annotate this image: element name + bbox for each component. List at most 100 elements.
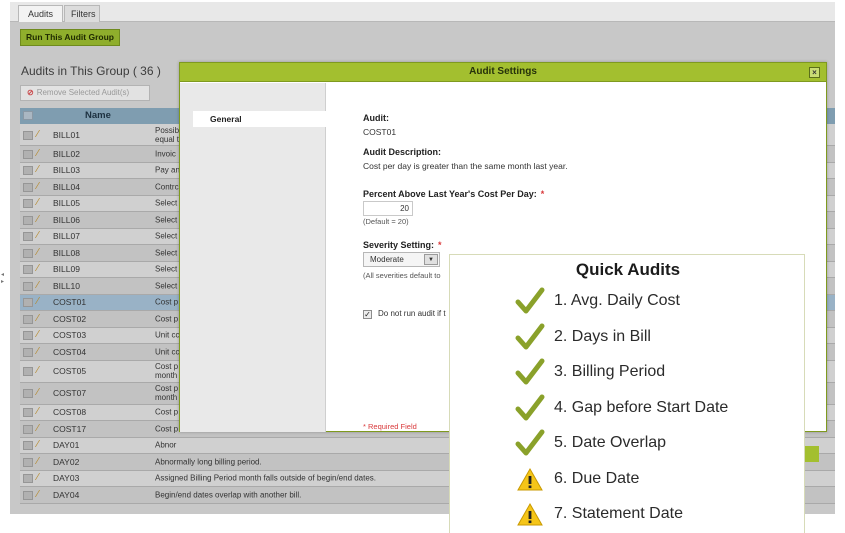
severity-note: (All severities default to (363, 271, 441, 280)
edit-pencil-icon[interactable]: ⁄ (37, 423, 47, 434)
edit-pencil-icon[interactable]: ⁄ (37, 330, 47, 340)
close-icon[interactable]: × (809, 67, 820, 78)
quick-audit-label: 2. Days in Bill (554, 327, 651, 345)
row-checkbox[interactable] (23, 408, 33, 418)
edit-pencil-icon[interactable]: ⁄ (37, 407, 47, 417)
row-checkbox[interactable] (23, 314, 33, 324)
audit-code: BILL07 (53, 231, 80, 242)
quick-audit-item: 1. Avg. Daily Cost (515, 287, 795, 315)
check-icon (515, 287, 545, 315)
row-checkbox[interactable] (23, 424, 33, 434)
row-checkbox[interactable] (23, 166, 33, 176)
edit-pencil-icon[interactable]: ⁄ (37, 165, 47, 175)
percent-input[interactable]: 20 (363, 201, 413, 216)
percent-default-note: (Default = 20) (363, 217, 409, 226)
edit-pencil-icon[interactable]: ⁄ (37, 366, 47, 376)
quick-audits-title: Quick Audits (575, 260, 681, 279)
row-checkbox[interactable] (23, 389, 33, 398)
audit-code: BILL06 (53, 214, 80, 225)
row-checkbox[interactable] (23, 199, 33, 209)
edit-pencil-icon[interactable]: ⁄ (37, 264, 47, 274)
edit-pencil-icon[interactable]: ⁄ (37, 231, 47, 241)
audit-code: COST04 (53, 346, 87, 357)
severity-select-value: Moderate (370, 255, 404, 264)
edit-pencil-icon[interactable]: ⁄ (37, 346, 47, 357)
percent-label: Percent Above Last Year's Cost Per Day: * (363, 189, 544, 199)
edit-pencil-icon[interactable]: ⁄ (37, 214, 47, 225)
edit-pencil-icon[interactable]: ⁄ (37, 456, 47, 467)
do-not-run-checkbox[interactable]: ✓ (363, 310, 372, 319)
edit-pencil-icon[interactable]: ⁄ (37, 297, 47, 307)
row-checkbox[interactable] (23, 130, 33, 140)
quick-audit-label: 3. Billing Period (554, 363, 666, 380)
row-checkbox[interactable] (23, 441, 33, 451)
collapse-arrows-icon[interactable]: ◂ ▸ (1, 272, 4, 286)
severity-label-text: Severity Setting: (363, 240, 435, 250)
audit-code: COST03 (53, 330, 87, 341)
quick-audit-label: 5. Date Overlap (554, 434, 667, 451)
row-checkbox[interactable] (23, 232, 33, 242)
audit-code: DAY04 (53, 489, 80, 500)
edit-pencil-icon[interactable]: ⁄ (37, 388, 47, 398)
row-checkbox[interactable] (23, 298, 33, 308)
dialog-header: Audit Settings × (180, 63, 826, 82)
dialog-nav: General (180, 83, 326, 432)
audit-code: DAY02 (53, 456, 80, 467)
row-checkbox[interactable] (23, 265, 33, 275)
audit-description-value: Cost per day is greater than the same mo… (363, 161, 568, 171)
column-header-name[interactable]: Name (85, 110, 111, 121)
tab-audits[interactable]: Audits (18, 5, 63, 22)
row-checkbox[interactable] (23, 182, 33, 192)
audit-code: BILL02 (53, 148, 80, 159)
check-icon (515, 358, 545, 386)
audit-value: COST01 (363, 127, 397, 137)
edit-pencil-icon[interactable]: ⁄ (37, 247, 47, 258)
row-checkbox[interactable] (23, 281, 33, 291)
quick-audit-label: 6. Due Date (554, 469, 640, 487)
row-checkbox[interactable] (23, 331, 33, 341)
check-icon (515, 323, 545, 351)
audit-code: BILL01 (53, 129, 80, 140)
select-all-checkbox[interactable] (23, 111, 33, 120)
warning-icon (515, 465, 545, 493)
row-checkbox[interactable] (23, 474, 33, 484)
quick-audit-label: 1. Avg. Daily Cost (554, 292, 680, 309)
quick-audits-panel: Quick Audits 1. Avg. Daily Cost 2. Days i… (449, 254, 805, 533)
percent-label-text: Percent Above Last Year's Cost Per Day: (363, 189, 537, 199)
check-icon (515, 429, 545, 457)
row-checkbox[interactable] (23, 457, 33, 467)
edit-pencil-icon[interactable]: ⁄ (37, 198, 47, 208)
row-checkbox[interactable] (23, 215, 33, 225)
row-checkbox[interactable] (23, 367, 33, 376)
warning-icon (515, 500, 545, 528)
remove-selected-audits-button[interactable]: ⊘ Remove Selected Audit(s) (20, 85, 150, 101)
quick-audit-item: 5. Date Overlap (515, 429, 795, 457)
tab-filters[interactable]: Filters (64, 5, 100, 22)
checkmark-icon: ✓ (364, 310, 371, 319)
edit-pencil-icon[interactable]: ⁄ (37, 280, 47, 291)
row-checkbox[interactable] (23, 248, 33, 258)
edit-pencil-icon[interactable]: ⁄ (37, 440, 47, 450)
edit-pencil-icon[interactable]: ⁄ (37, 148, 47, 159)
edit-pencil-icon[interactable]: ⁄ (37, 473, 47, 483)
nav-item-general[interactable]: General (193, 111, 326, 127)
audit-code: COST08 (53, 407, 87, 418)
edit-pencil-icon[interactable]: ⁄ (37, 129, 47, 140)
dialog-save-button-edge[interactable] (805, 446, 819, 462)
audit-code: BILL09 (53, 264, 80, 275)
audit-code: COST02 (53, 313, 87, 324)
run-audit-group-button[interactable]: Run This Audit Group (20, 29, 120, 46)
audit-code: DAY01 (53, 440, 80, 451)
edit-pencil-icon[interactable]: ⁄ (37, 313, 47, 324)
edit-pencil-icon[interactable]: ⁄ (37, 489, 47, 500)
chevron-down-icon[interactable]: ▼ (424, 254, 438, 265)
required-marker: * (540, 189, 545, 199)
severity-label: Severity Setting: * (363, 240, 442, 250)
row-checkbox[interactable] (23, 490, 33, 500)
row-checkbox[interactable] (23, 149, 33, 159)
check-icon (515, 394, 545, 422)
row-checkbox[interactable] (23, 347, 33, 357)
severity-select[interactable]: Moderate ▼ (363, 252, 440, 267)
remove-button-label: Remove Selected Audit(s) (36, 88, 130, 97)
edit-pencil-icon[interactable]: ⁄ (37, 181, 47, 192)
